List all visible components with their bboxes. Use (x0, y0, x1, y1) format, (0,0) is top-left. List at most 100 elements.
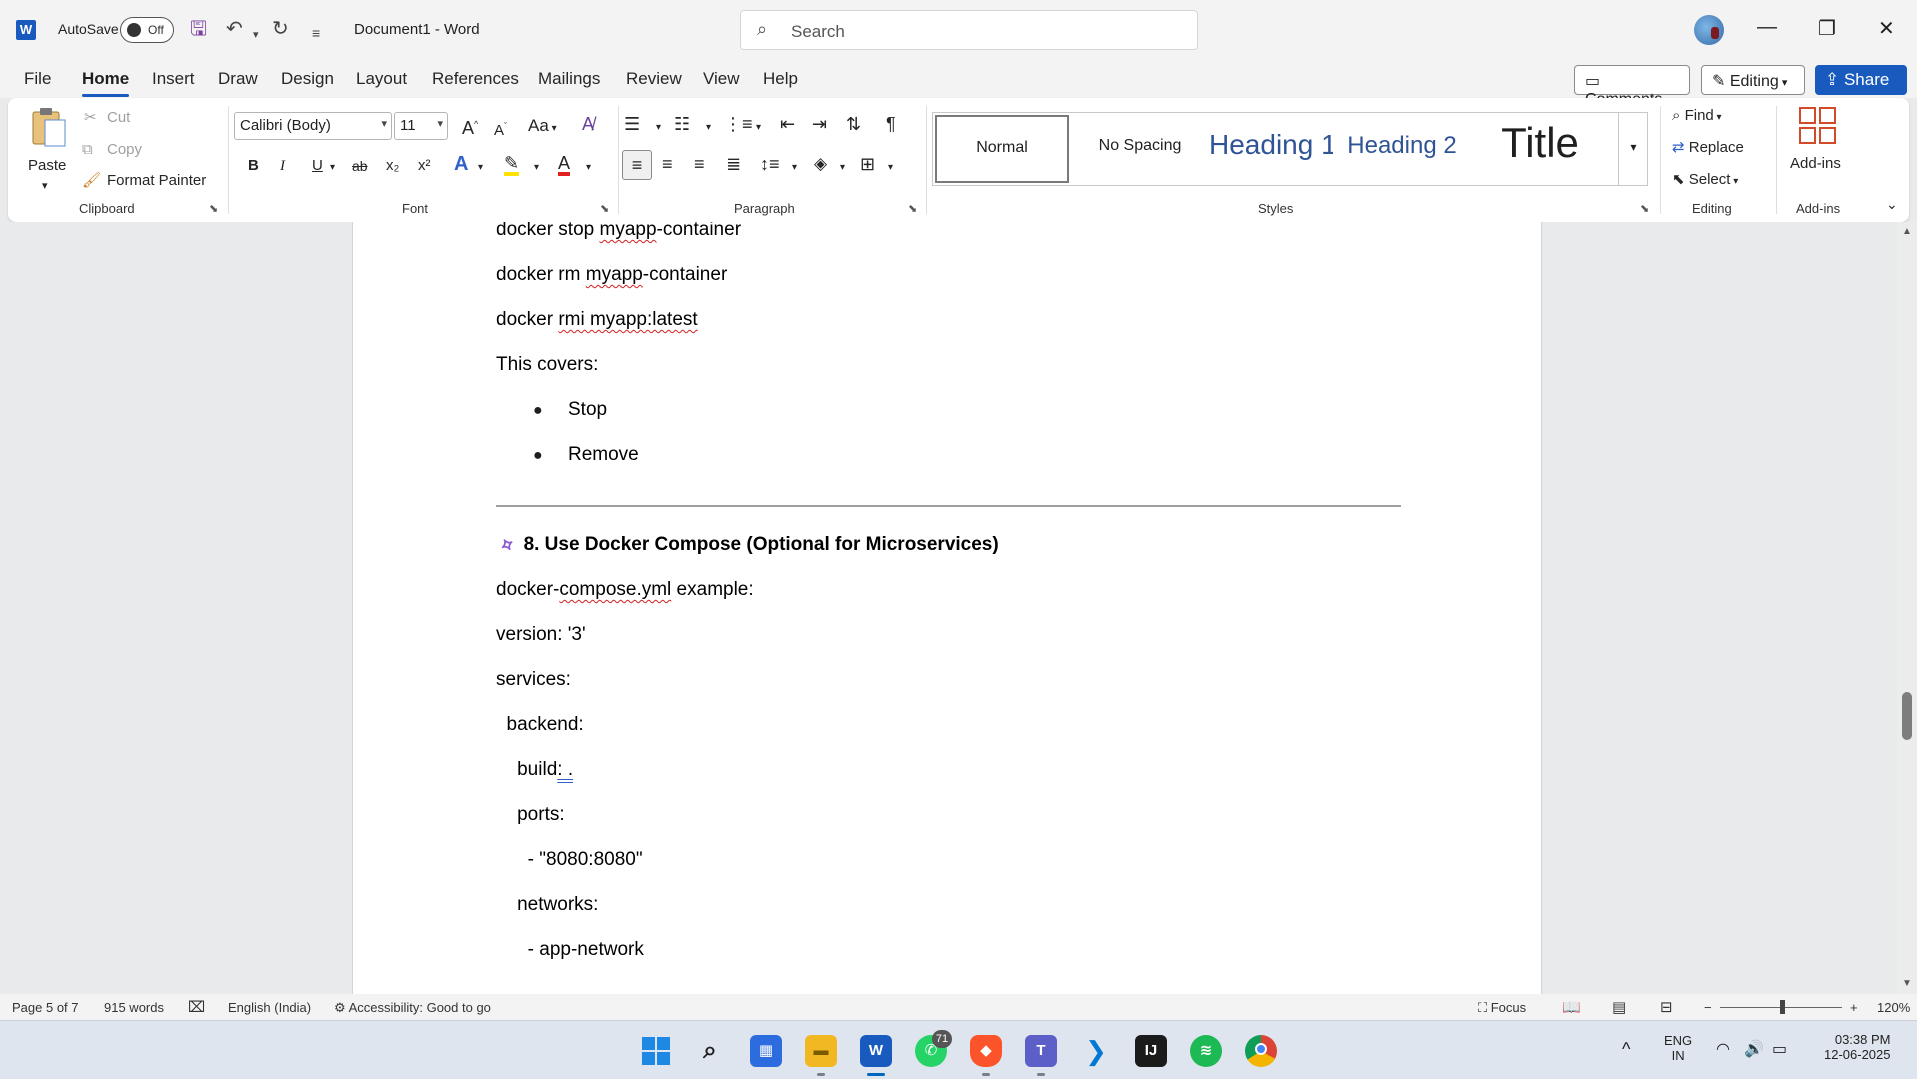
teams-icon[interactable]: T (1025, 1035, 1057, 1067)
spotify-icon[interactable]: ≋ (1190, 1035, 1222, 1067)
find-button[interactable]: ⌕ Find ▾ (1672, 106, 1722, 128)
scroll-up-icon[interactable]: ▲ (1902, 226, 1912, 237)
line-spacing-dropdown-icon[interactable]: ▾ (792, 158, 797, 178)
font-color-dropdown-icon[interactable]: ▾ (586, 158, 591, 178)
italic-button[interactable]: I (280, 156, 285, 176)
autosave-toggle[interactable]: Off (120, 17, 174, 43)
bullets-icon[interactable]: ☰ (624, 114, 640, 134)
editing-mode-button[interactable]: ✎ Editing ▾ (1701, 65, 1805, 95)
borders-dropdown-icon[interactable]: ▾ (888, 158, 893, 178)
comments-button[interactable]: ▭ Comments (1574, 65, 1690, 108)
share-button[interactable]: ⇪ Share ▾ (1815, 65, 1907, 108)
brave-browser-icon[interactable]: ◆ (970, 1035, 1002, 1067)
text-effects-icon[interactable]: A (454, 154, 468, 174)
borders-icon[interactable]: ⊞ (860, 154, 875, 174)
start-button[interactable] (640, 1035, 672, 1067)
focus-button[interactable]: ⛶ Focus (1478, 1000, 1526, 1016)
tab-layout[interactable]: Layout (356, 69, 407, 89)
customize-toolbar-icon[interactable]: ≡ (312, 22, 320, 44)
grow-font-button[interactable]: A^ (462, 114, 478, 138)
print-layout-icon[interactable]: ▤ (1612, 998, 1626, 1016)
underline-button[interactable]: U (312, 156, 323, 176)
tab-home[interactable]: Home (82, 69, 130, 97)
undo-dropdown-icon[interactable]: ▾ (253, 24, 259, 46)
undo-icon[interactable]: ↶ (226, 18, 243, 40)
language-status[interactable]: English (India) (228, 1000, 311, 1015)
word-taskbar-icon[interactable]: W (860, 1035, 892, 1067)
tab-mailings[interactable]: Mailings (538, 69, 600, 89)
highlight-dropdown-icon[interactable]: ▾ (534, 158, 539, 178)
page-count[interactable]: Page 5 of 7 (12, 1000, 79, 1015)
addins-button[interactable]: Add-ins (1788, 106, 1848, 196)
file-explorer-icon[interactable]: ▬ (805, 1035, 837, 1067)
zoom-slider-thumb[interactable] (1780, 1000, 1785, 1014)
save-icon[interactable]: 🖫 (190, 18, 207, 40)
select-button[interactable]: ⬉ Select ▾ (1672, 170, 1738, 192)
multilevel-list-icon[interactable]: ⋮≡ (724, 114, 753, 134)
style-no-spacing[interactable]: No Spacing (1073, 115, 1207, 183)
tab-review[interactable]: Review (626, 69, 682, 89)
scroll-down-icon[interactable]: ▼ (1902, 978, 1912, 989)
align-center-icon[interactable]: ≡ (662, 154, 673, 174)
numbering-dropdown-icon[interactable]: ▾ (706, 118, 711, 138)
paste-button[interactable]: Paste ▾ (26, 106, 72, 198)
web-layout-icon[interactable]: ⊟ (1660, 998, 1673, 1016)
input-language[interactable]: ENG IN (1664, 1033, 1692, 1063)
clipboard-launcher-icon[interactable]: ⬊ (209, 202, 218, 215)
align-right-icon[interactable]: ≡ (694, 154, 705, 174)
text-effects-dropdown-icon[interactable]: ▾ (478, 158, 483, 178)
user-avatar[interactable] (1694, 15, 1724, 45)
search-box[interactable]: ⌕ Search (740, 10, 1198, 50)
zoom-level[interactable]: 120% (1877, 1000, 1910, 1015)
style-heading-2[interactable]: Heading 2 (1335, 115, 1469, 183)
style-heading-1[interactable]: Heading 1 (1209, 115, 1333, 183)
paragraph-launcher-icon[interactable]: ⬊ (908, 202, 917, 215)
tab-view[interactable]: View (703, 69, 740, 89)
redo-icon[interactable]: ↻ (272, 18, 289, 40)
zoom-out-icon[interactable]: − (1704, 1000, 1712, 1015)
style-normal[interactable]: Normal (935, 115, 1069, 183)
change-case-button[interactable]: Aa ▾ (528, 116, 557, 139)
minimize-button[interactable]: — (1757, 16, 1777, 39)
multilevel-dropdown-icon[interactable]: ▾ (756, 118, 761, 138)
intellij-icon[interactable]: IJ (1135, 1035, 1167, 1067)
word-count[interactable]: 915 words (104, 1000, 164, 1015)
font-color-icon[interactable]: A (558, 154, 571, 176)
font-size-dropdown[interactable]: 11 ▾ (394, 112, 448, 140)
numbering-icon[interactable]: ☷ (674, 114, 690, 134)
subscript-button[interactable]: x₂ (386, 156, 399, 176)
font-launcher-icon[interactable]: ⬊ (600, 202, 609, 215)
align-left-icon[interactable]: ≡ (622, 150, 652, 180)
battery-icon[interactable]: ▭ (1772, 1039, 1787, 1059)
strikethrough-button[interactable]: ab (352, 156, 368, 176)
zoom-in-icon[interactable]: + (1850, 1000, 1858, 1015)
line-spacing-icon[interactable]: ↕≡ (760, 154, 780, 174)
font-name-dropdown[interactable]: Calibri (Body) ▾ (234, 112, 392, 140)
tab-references[interactable]: References (432, 69, 519, 89)
scroll-thumb[interactable] (1902, 692, 1912, 740)
chrome-icon[interactable] (1245, 1035, 1277, 1067)
tab-draw[interactable]: Draw (218, 69, 258, 89)
replace-button[interactable]: ⇄ Replace (1672, 138, 1744, 158)
close-button[interactable]: ✕ (1878, 16, 1895, 41)
volume-icon[interactable]: 🔊 (1744, 1039, 1764, 1059)
copy-button[interactable]: Copy (107, 140, 142, 160)
justify-icon[interactable]: ≣ (726, 154, 741, 174)
show-formatting-icon[interactable]: ¶ (886, 114, 896, 134)
underline-dropdown-icon[interactable]: ▾ (330, 158, 335, 178)
accessibility-status[interactable]: ⚙ Accessibility: Good to go (334, 1000, 491, 1016)
vertical-scrollbar[interactable]: ▲ ▼ (1897, 222, 1917, 994)
tab-design[interactable]: Design (281, 69, 334, 89)
vscode-icon[interactable]: ❯ (1080, 1035, 1112, 1067)
read-mode-icon[interactable]: 📖 (1562, 998, 1581, 1016)
tab-file[interactable]: File (24, 69, 51, 89)
tab-help[interactable]: Help (763, 69, 798, 89)
highlight-icon[interactable]: ✎ (504, 154, 520, 176)
restore-button[interactable]: ❐ (1818, 16, 1836, 41)
style-title[interactable]: Title (1473, 115, 1607, 183)
document-page[interactable]: docker stop myapp-container docker rm my… (352, 222, 1542, 994)
shrink-font-button[interactable]: Aˇ (494, 116, 507, 141)
increase-indent-icon[interactable]: ⇥ (812, 114, 827, 134)
styles-launcher-icon[interactable]: ⬊ (1640, 202, 1649, 215)
bullets-dropdown-icon[interactable]: ▾ (656, 118, 661, 138)
